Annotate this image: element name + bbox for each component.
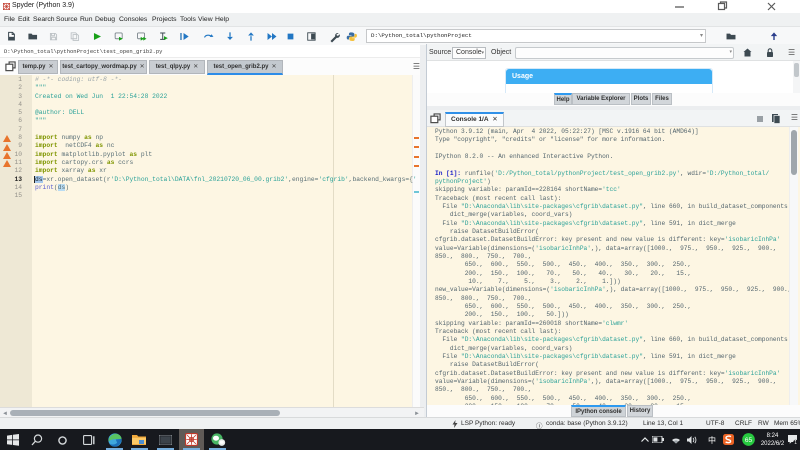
svg-text:65: 65 (745, 437, 753, 444)
svg-text:1: 1 (794, 440, 797, 445)
